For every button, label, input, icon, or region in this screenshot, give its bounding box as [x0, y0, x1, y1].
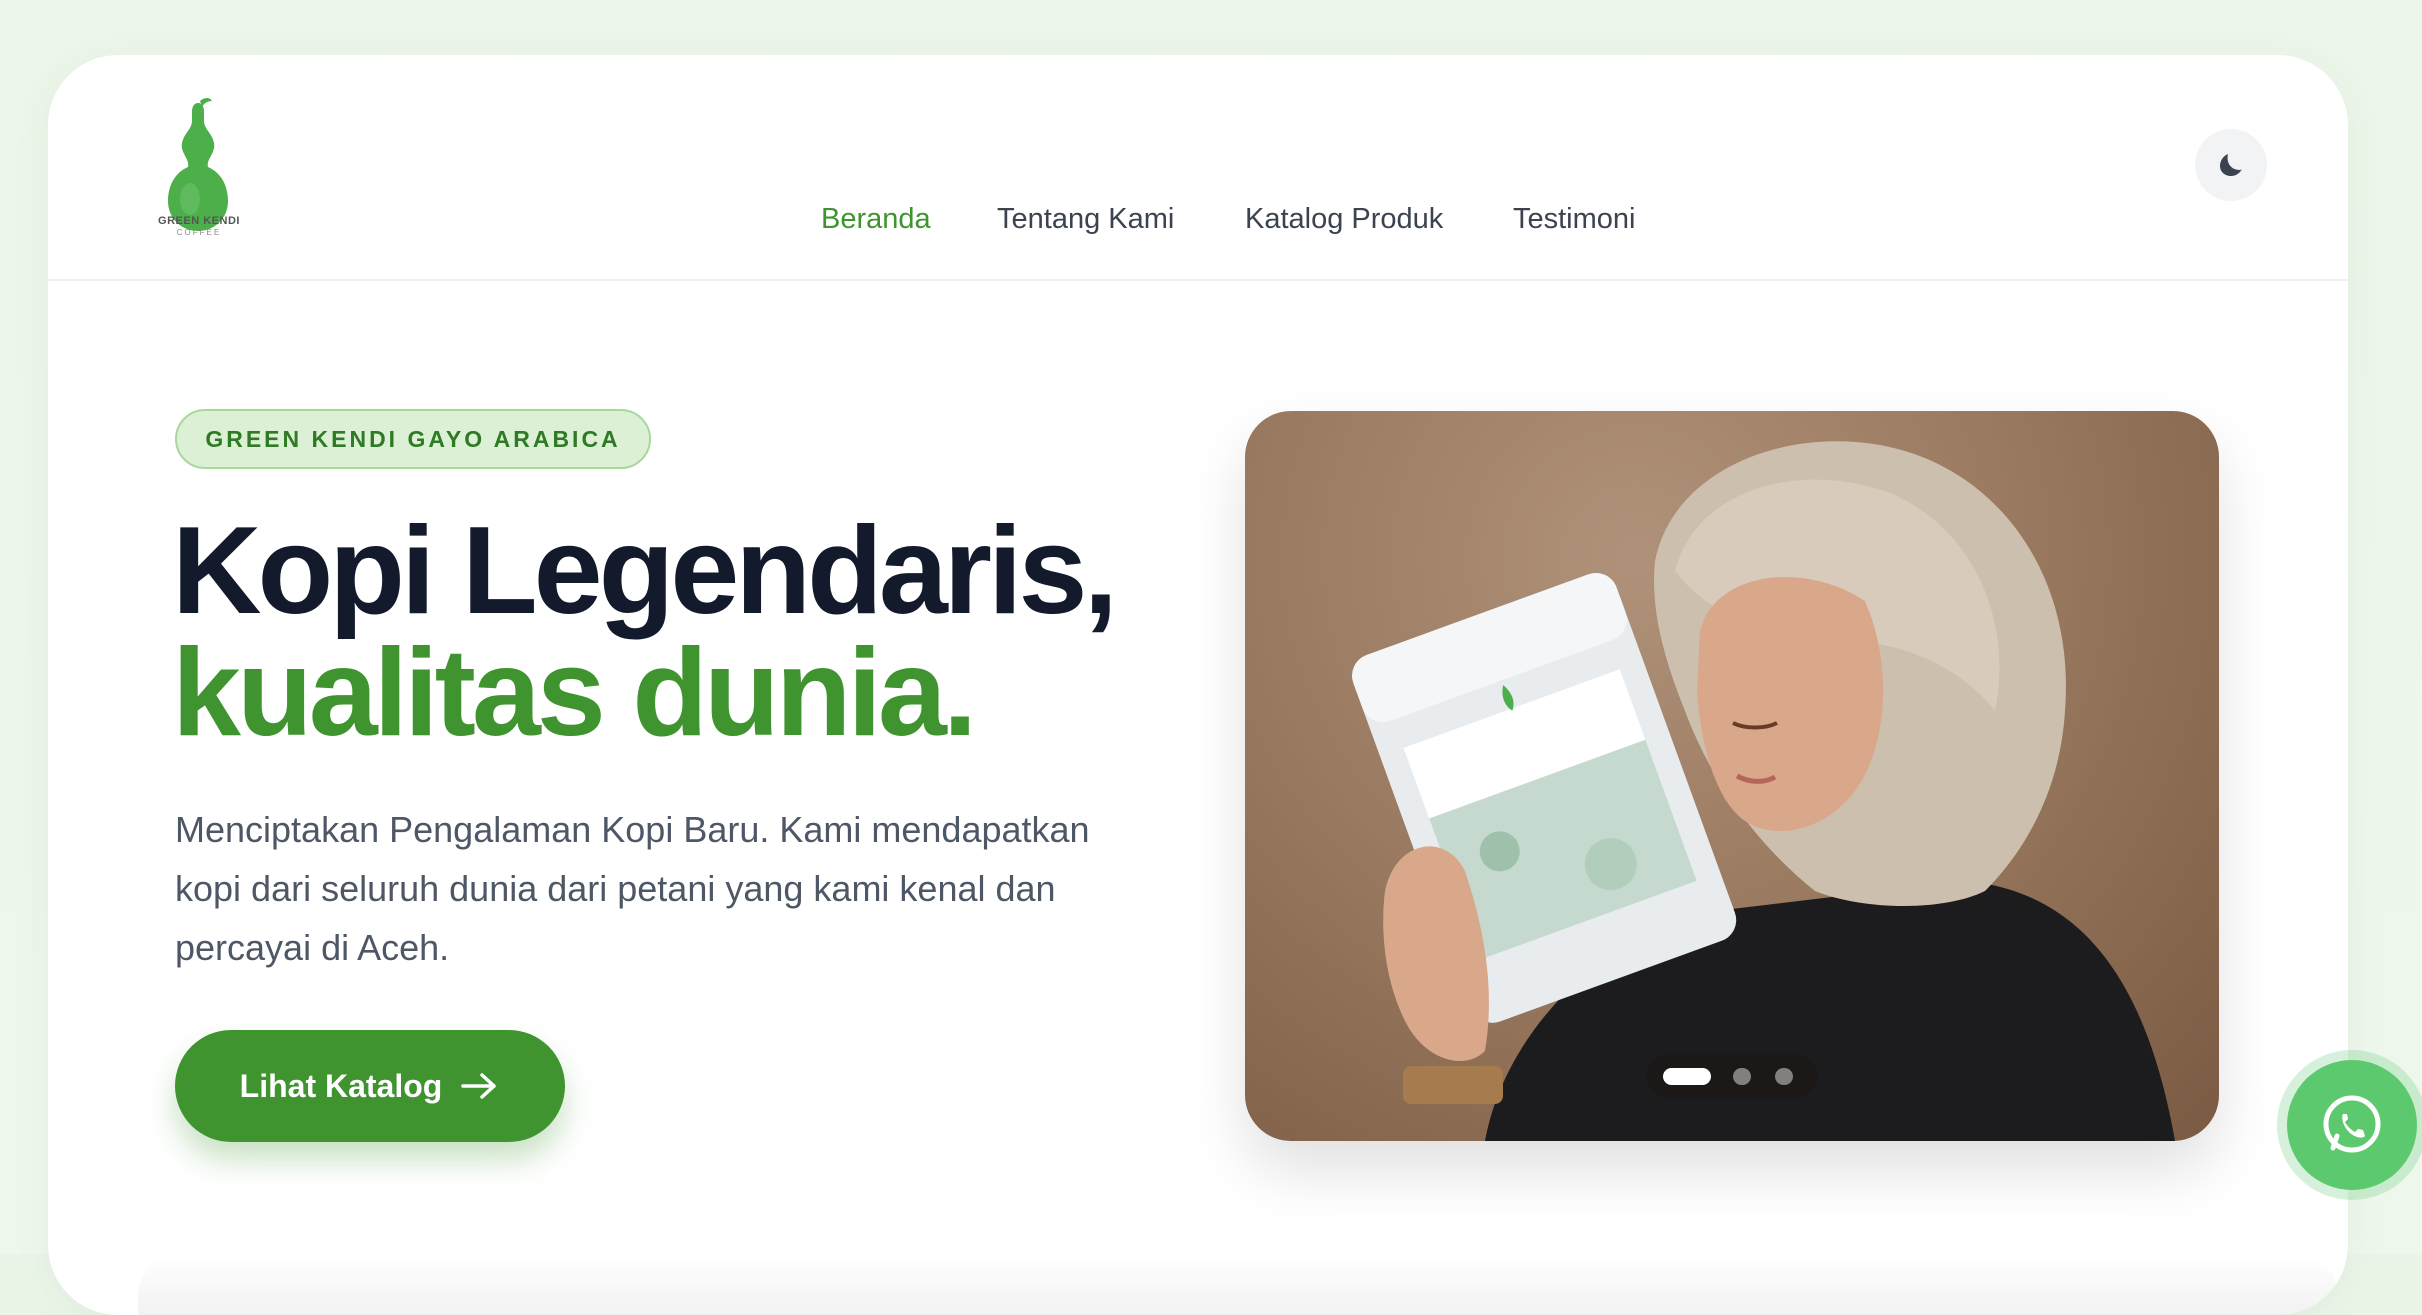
nav-item-beranda[interactable]: Beranda — [821, 203, 931, 236]
next-section-edge — [138, 1255, 2338, 1315]
site-header: GREEN KENDI COFFEE Beranda Tentang Kami … — [48, 55, 2348, 281]
whatsapp-icon — [2323, 1095, 2381, 1153]
nav-item-testimoni[interactable]: Testimoni — [1513, 203, 1636, 236]
nav-item-tentang-kami[interactable]: Tentang Kami — [997, 203, 1174, 236]
hero-badge: GREEN KENDI GAYO ARABICA — [175, 409, 651, 469]
hero-title-line1: Kopi Legendaris, — [172, 502, 1118, 640]
view-catalog-button[interactable]: Lihat Katalog — [175, 1030, 565, 1142]
carousel-dot-1[interactable] — [1663, 1068, 1711, 1085]
cta-label: Lihat Katalog — [239, 1067, 443, 1104]
hero-photo — [1352, 441, 2175, 1141]
hero-carousel-image[interactable] — [1245, 411, 2219, 1141]
carousel-indicators — [1647, 1055, 1817, 1097]
moon-icon — [2220, 154, 2242, 176]
whatsapp-button[interactable] — [2287, 1060, 2417, 1190]
hero-description: Menciptakan Pengalaman Kopi Baru. Kami m… — [175, 809, 1090, 968]
main-card: GREEN KENDI COFFEE Beranda Tentang Kami … — [48, 55, 2348, 1315]
theme-toggle-button[interactable] — [2195, 129, 2267, 201]
main-nav: Beranda Tentang Kami Katalog Produk Test… — [48, 203, 2348, 243]
arrow-right-icon — [461, 1073, 497, 1099]
carousel-dot-3[interactable] — [1775, 1068, 1793, 1085]
hero-title-line2: kualitas dunia. — [172, 624, 977, 762]
carousel-dot-2[interactable] — [1733, 1068, 1751, 1085]
nav-item-katalog-produk[interactable]: Katalog Produk — [1245, 203, 1443, 236]
